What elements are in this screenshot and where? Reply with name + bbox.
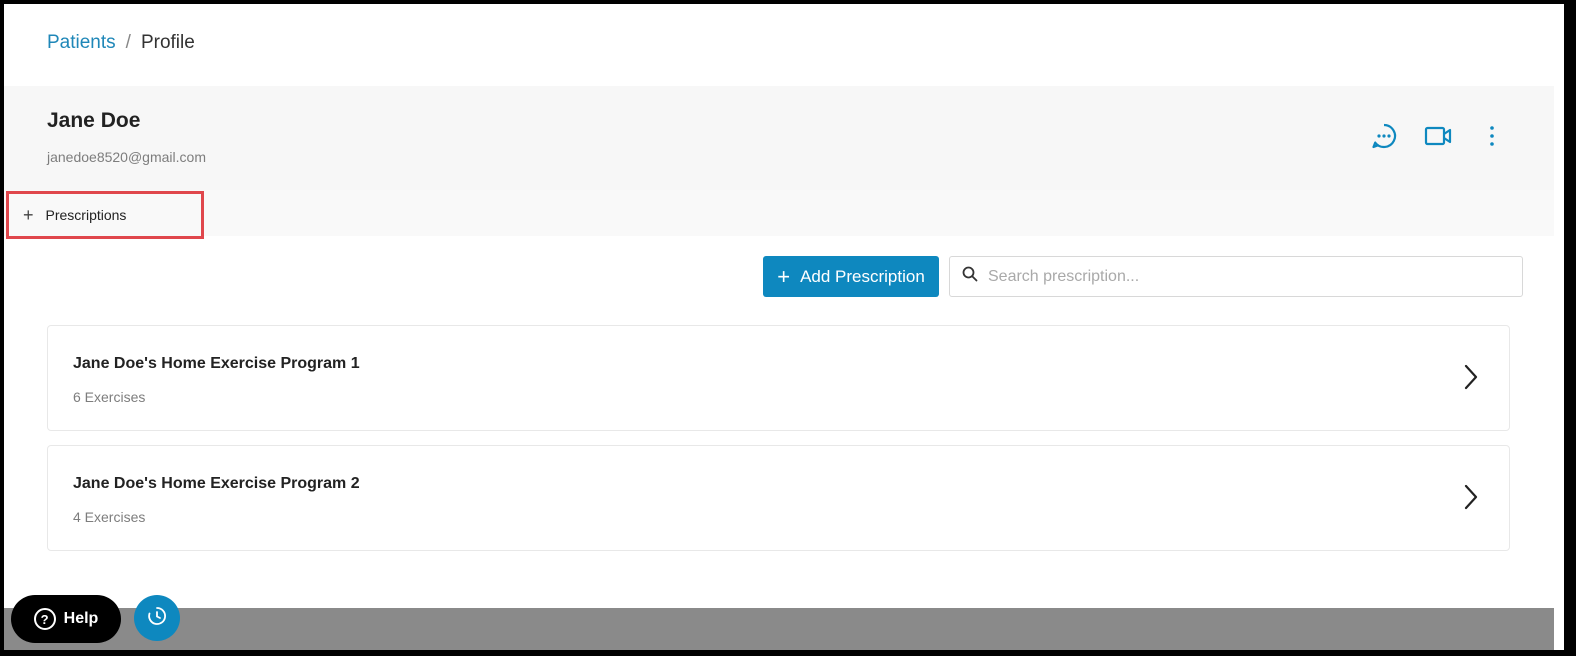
prescription-title: Jane Doe's Home Exercise Program 1	[73, 355, 360, 372]
prescription-exercise-count: 4 Exercises	[73, 509, 146, 525]
app-frame: Patients / Profile Jane Doe janedoe8520@…	[4, 4, 1564, 650]
tabs-bar: + Prescriptions	[4, 190, 1554, 239]
breadcrumb-current: Profile	[140, 32, 195, 53]
prescription-card[interactable]: Jane Doe's Home Exercise Program 1 6 Exe…	[47, 325, 1510, 431]
header-actions	[1370, 122, 1506, 150]
search-box	[949, 256, 1523, 297]
tab-prescriptions[interactable]: + Prescriptions	[6, 191, 204, 239]
prescription-title: Jane Doe's Home Exercise Program 2	[73, 475, 360, 492]
plus-icon: +	[23, 205, 34, 225]
prescription-card[interactable]: Jane Doe's Home Exercise Program 2 4 Exe…	[47, 445, 1510, 551]
breadcrumb-separator: /	[125, 32, 131, 53]
help-label: Help	[63, 610, 99, 627]
chevron-right-icon[interactable]	[1463, 364, 1479, 395]
add-prescription-label: Add Prescription	[800, 266, 925, 286]
add-prescription-button[interactable]: + Add Prescription	[763, 256, 939, 297]
prescription-exercise-count: 6 Exercises	[73, 389, 146, 405]
tab-prescriptions-label: Prescriptions	[45, 207, 127, 223]
chat-icon[interactable]	[1370, 122, 1398, 150]
patient-name: Jane Doe	[47, 109, 141, 132]
breadcrumb-patients-link[interactable]: Patients	[47, 32, 116, 54]
search-prescription-input[interactable]	[986, 266, 1490, 287]
bottom-overlay-bar	[4, 608, 1554, 650]
help-icon: ?	[33, 608, 56, 630]
chevron-right-icon[interactable]	[1463, 484, 1479, 515]
patient-email: janedoe8520@gmail.com	[47, 149, 206, 165]
history-button[interactable]	[134, 595, 180, 641]
help-button[interactable]: ? Help	[11, 595, 121, 643]
more-vertical-icon[interactable]	[1478, 122, 1506, 150]
patient-header: Jane Doe janedoe8520@gmail.com	[4, 86, 1554, 191]
search-icon	[962, 266, 978, 287]
history-icon	[147, 606, 167, 631]
prescription-toolbar: + Add Prescription	[763, 256, 1523, 297]
plus-icon: +	[777, 263, 791, 289]
breadcrumb: Patients / Profile	[47, 32, 195, 54]
video-camera-icon[interactable]	[1424, 122, 1452, 150]
